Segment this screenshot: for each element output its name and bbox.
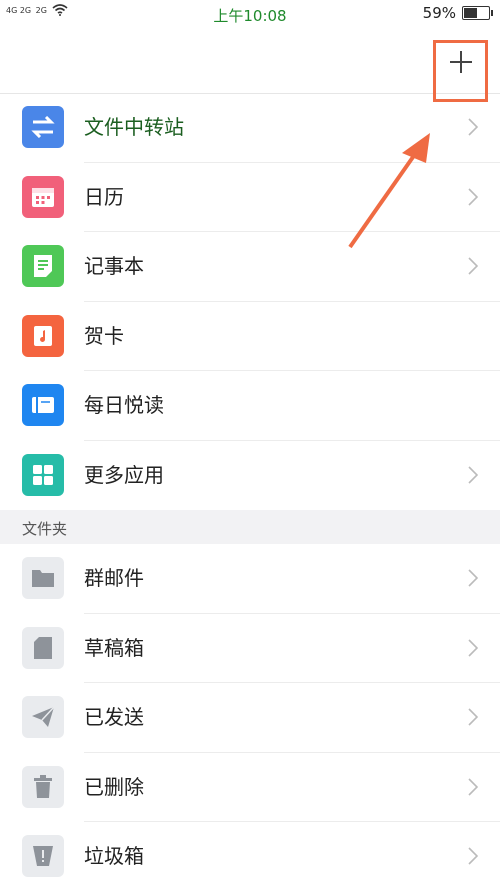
spam-icon xyxy=(22,835,64,877)
app-item-label: 每日悦读 xyxy=(84,393,164,417)
folder-icon xyxy=(22,557,64,599)
folder-item-label: 草稿箱 xyxy=(84,635,144,660)
chevron-right-icon xyxy=(468,638,478,657)
app-item-greeting-card[interactable]: 贺卡 xyxy=(0,302,500,371)
app-item-label: 记事本 xyxy=(84,254,144,278)
folders-section-header: 文件夹 xyxy=(0,510,500,544)
chevron-right-icon xyxy=(468,465,478,484)
calendar-icon xyxy=(22,175,64,218)
app-item-label: 贺卡 xyxy=(84,323,124,348)
chevron-right-icon xyxy=(468,777,478,796)
battery-level xyxy=(464,8,477,18)
daily-reading-icon xyxy=(22,384,64,426)
notepad-icon xyxy=(22,245,64,287)
folder-item-drafts[interactable]: 草稿箱 xyxy=(0,614,500,683)
annotation-arrow xyxy=(348,133,430,249)
app-item-more-apps[interactable]: 更多应用 xyxy=(0,441,500,511)
transfer-icon xyxy=(22,106,64,148)
draft-icon xyxy=(22,626,64,669)
chevron-right-icon xyxy=(468,569,478,587)
sent-icon xyxy=(22,696,64,738)
chevron-right-icon xyxy=(468,187,478,206)
folder-item-group-mail[interactable]: 群邮件 xyxy=(0,544,500,614)
chevron-right-icon xyxy=(468,847,478,865)
chevron-right-icon xyxy=(468,257,478,275)
app-item-label: 文件中转站 xyxy=(84,115,184,139)
more-apps-icon xyxy=(22,453,64,496)
folder-item-label: 群邮件 xyxy=(84,566,144,590)
trash-icon xyxy=(22,765,64,808)
battery-percent: 59% xyxy=(422,4,456,22)
folder-item-label: 已删除 xyxy=(84,774,144,799)
folder-item-label: 已发送 xyxy=(84,705,144,729)
greeting-card-icon xyxy=(22,314,64,357)
folder-item-sent[interactable]: 已发送 xyxy=(0,683,500,753)
chevron-right-icon xyxy=(468,708,478,726)
header-bar xyxy=(0,28,500,102)
folder-item-spam[interactable]: 垃圾箱 xyxy=(0,822,500,892)
status-bar: 4G 2G 2G 上午10:08 59% xyxy=(0,0,500,28)
app-item-label: 日历 xyxy=(84,184,124,209)
folder-item-label: 垃圾箱 xyxy=(84,844,144,868)
app-item-daily-reading[interactable]: 每日悦读 xyxy=(0,371,500,441)
battery-icon xyxy=(462,6,493,20)
folder-item-deleted[interactable]: 已删除 xyxy=(0,753,500,822)
battery-status: 59% xyxy=(422,4,493,22)
section-title: 文件夹 xyxy=(22,520,68,538)
chevron-right-icon xyxy=(468,118,478,136)
plus-icon xyxy=(450,51,472,73)
app-item-label: 更多应用 xyxy=(84,462,164,487)
